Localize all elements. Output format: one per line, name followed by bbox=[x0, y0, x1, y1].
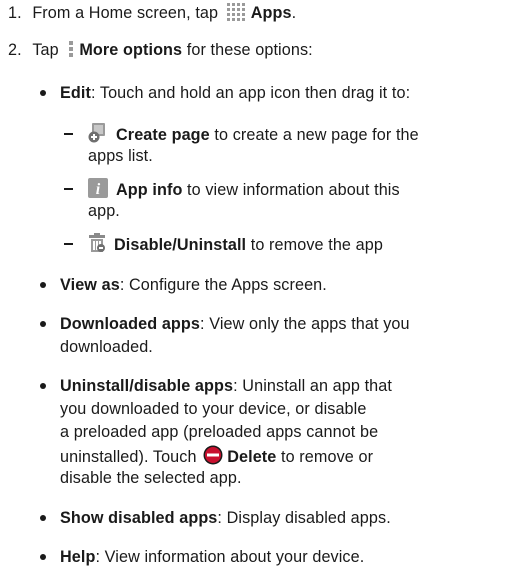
disable-uninstall-icon bbox=[88, 233, 106, 253]
step-2-bold: More options bbox=[79, 41, 183, 59]
create-page-text: to create a new page for the bbox=[214, 126, 419, 144]
create-page-item: Create page to create a new page for the bbox=[88, 123, 419, 145]
bullet-dot bbox=[40, 321, 46, 327]
step-1-text: From a Home screen, tap bbox=[32, 4, 219, 22]
create-page-icon bbox=[88, 123, 108, 143]
step-2-number: 2. bbox=[8, 41, 22, 59]
svg-text:i: i bbox=[96, 181, 101, 198]
uninstall-disable-line4-text: uninstalled). Touch bbox=[60, 448, 197, 466]
bullet-dot bbox=[40, 90, 46, 96]
show-disabled-item: Show disabled apps: Display disabled app… bbox=[60, 508, 391, 528]
step-1-number: 1. bbox=[8, 4, 22, 22]
step-2-after: for these options: bbox=[186, 41, 313, 59]
view-as-bold: View as bbox=[60, 276, 120, 294]
bullet-dot bbox=[40, 383, 46, 389]
help-bold: Help bbox=[60, 548, 96, 566]
uninstall-disable-item: Uninstall/disable apps: Uninstall an app… bbox=[60, 376, 392, 396]
downloaded-apps-line2: downloaded. bbox=[60, 338, 153, 356]
app-info-line2: app. bbox=[88, 202, 120, 220]
bullet-dot bbox=[40, 282, 46, 288]
dash-marker bbox=[64, 243, 73, 245]
disable-uninstall-text: to remove the app bbox=[250, 236, 383, 254]
app-info-item: i App info to view information about thi… bbox=[88, 178, 400, 200]
downloaded-apps-item: Downloaded apps: View only the apps that… bbox=[60, 314, 410, 334]
more-options-icon bbox=[69, 40, 74, 58]
uninstall-disable-line3: a preloaded app (preloaded apps cannot b… bbox=[60, 423, 379, 441]
show-disabled-text: : Display disabled apps. bbox=[217, 509, 391, 527]
step-1: 1. From a Home screen, tap Apps. bbox=[8, 3, 296, 23]
uninstall-disable-bold: Uninstall/disable apps bbox=[60, 377, 234, 395]
bullet-dot bbox=[40, 515, 46, 521]
app-info-icon: i bbox=[88, 178, 108, 198]
edit-item: Edit: Touch and hold an app icon then dr… bbox=[60, 83, 410, 103]
uninstall-disable-line2: you downloaded to your device, or disabl… bbox=[60, 400, 367, 418]
delete-icon bbox=[203, 445, 223, 465]
app-info-text: to view information about this bbox=[187, 181, 400, 199]
dash-marker bbox=[64, 133, 73, 135]
app-info-bold: App info bbox=[116, 181, 183, 199]
step-2-text: Tap bbox=[32, 41, 59, 59]
uninstall-disable-line5: disable the selected app. bbox=[60, 469, 242, 487]
uninstall-disable-text: : Uninstall an app that bbox=[233, 377, 392, 395]
delete-bold: Delete bbox=[227, 448, 277, 466]
apps-grid-icon bbox=[226, 3, 247, 21]
step-1-after: . bbox=[291, 4, 297, 22]
disable-uninstall-bold: Disable/Uninstall bbox=[114, 236, 247, 254]
help-item: Help: View information about your device… bbox=[60, 547, 364, 567]
edit-bold: Edit bbox=[60, 84, 91, 102]
uninstall-disable-line4-after: to remove or bbox=[281, 448, 374, 466]
downloaded-apps-bold: Downloaded apps bbox=[60, 315, 201, 333]
uninstall-disable-line4: uninstalled). Touch Delete to remove or bbox=[60, 445, 373, 467]
step-2: 2. Tap More options for these options: bbox=[8, 40, 313, 60]
edit-text: : Touch and hold an app icon then drag i… bbox=[90, 84, 411, 102]
dash-marker bbox=[64, 188, 73, 190]
view-as-item: View as: Configure the Apps screen. bbox=[60, 275, 327, 295]
disable-uninstall-item: Disable/Uninstall to remove the app bbox=[88, 233, 383, 255]
create-page-bold: Create page bbox=[116, 126, 210, 144]
step-1-bold: Apps bbox=[250, 4, 292, 22]
show-disabled-bold: Show disabled apps bbox=[60, 509, 218, 527]
view-as-text: : Configure the Apps screen. bbox=[119, 276, 327, 294]
help-text: : View information about your device. bbox=[95, 548, 365, 566]
downloaded-apps-text: : View only the apps that you bbox=[200, 315, 410, 333]
instructions-page: 1. From a Home screen, tap Apps. 2. Tap … bbox=[0, 0, 513, 586]
create-page-line2: apps list. bbox=[88, 147, 153, 165]
bullet-dot bbox=[40, 554, 46, 560]
